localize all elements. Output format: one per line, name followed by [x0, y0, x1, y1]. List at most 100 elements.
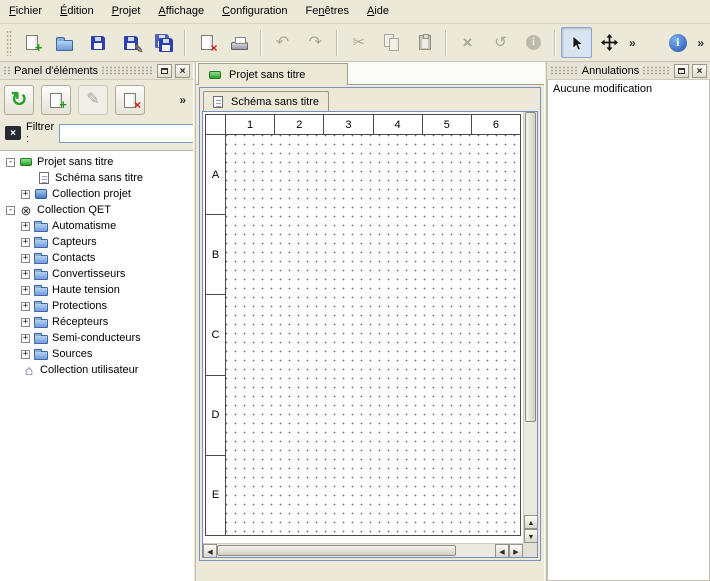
tree-item-sources[interactable]: + Sources	[0, 346, 193, 362]
reload-collections-button[interactable]: ↻	[4, 85, 34, 115]
menu-item-aide[interactable]: Aide	[358, 0, 398, 23]
folder-icon	[33, 251, 49, 265]
scheme-tab[interactable]: Schéma sans titre	[203, 91, 329, 111]
new-project-button[interactable]: +	[16, 27, 47, 58]
elements-panel-titlebar: Panel d'éléments ×	[0, 62, 193, 80]
tree-expander-plus-icon[interactable]: +	[21, 286, 30, 295]
redo-button[interactable]: ↷	[300, 27, 331, 58]
tree-item-haute-tension[interactable]: + Haute tension	[0, 282, 193, 298]
select-tool-button[interactable]	[561, 27, 592, 58]
tree-expander-plus-icon[interactable]: +	[21, 190, 30, 199]
tree-expander-plus-icon[interactable]: +	[21, 254, 30, 263]
tree-expander-plus-icon[interactable]: +	[21, 222, 30, 231]
arrow-left-icon: ◀	[499, 545, 504, 557]
save-button[interactable]	[82, 27, 113, 58]
filter-label: Filtrer :	[26, 121, 54, 145]
tree-item-projet-sans-titre[interactable]: -Projet sans titre	[0, 154, 193, 170]
object-info-button[interactable]: i	[518, 27, 549, 58]
tree-item-label: Capteurs	[52, 236, 97, 248]
toolbar-overflow-button[interactable]: »	[694, 36, 707, 50]
horizontal-scrollbar-track[interactable]	[217, 544, 495, 557]
element-toolbar-overflow-button[interactable]: »	[176, 93, 189, 107]
tree-item-schema-sans-titre[interactable]: Schéma sans titre	[0, 170, 193, 186]
undo-empty-message: Aucune modification	[548, 80, 709, 98]
copy-button[interactable]	[376, 27, 407, 58]
save-all-button[interactable]	[148, 27, 179, 58]
scroll-left-button[interactable]: ◀	[203, 544, 217, 558]
open-project-button[interactable]	[49, 27, 80, 58]
project-tab[interactable]: Projet sans titre	[198, 63, 348, 85]
float-icon	[678, 68, 685, 74]
folder-icon	[33, 299, 49, 313]
vertical-scrollbar[interactable]: ▲ ▼	[523, 112, 537, 543]
tree-item-capteurs[interactable]: + Capteurs	[0, 234, 193, 250]
tree-expander-plus-icon[interactable]: +	[21, 334, 30, 343]
clear-filter-button[interactable]: ×	[5, 126, 21, 140]
tree-item-label: Sources	[52, 348, 92, 360]
tree-item-recepteurs[interactable]: +Récepteurs	[0, 314, 193, 330]
tree-item-contacts[interactable]: +Contacts	[0, 250, 193, 266]
tree-item-collection-projet[interactable]: +Collection projet	[0, 186, 193, 202]
save-as-button[interactable]: ✎	[115, 27, 146, 58]
tree-expander-minus-icon[interactable]: -	[6, 158, 15, 167]
menu-item-affichage[interactable]: Affichage	[149, 0, 213, 23]
toolbar-drag-handle[interactable]	[6, 30, 12, 56]
pan-tool-button[interactable]	[594, 27, 625, 58]
new-element-button[interactable]: +	[41, 85, 71, 115]
undo-dock-float-button[interactable]	[674, 64, 689, 78]
elements-dock-float-button[interactable]	[157, 64, 172, 78]
delete-button[interactable]: ×	[452, 27, 483, 58]
about-button[interactable]: i	[662, 27, 693, 58]
cut-button[interactable]: ✂	[343, 27, 374, 58]
tree-expander-plus-icon[interactable]: +	[21, 270, 30, 279]
vertical-scrollbar-track[interactable]	[524, 112, 537, 515]
menu-item-edition[interactable]: Édition	[51, 0, 103, 23]
delete-element-button[interactable]: ×	[115, 85, 145, 115]
filter-input[interactable]	[59, 124, 209, 143]
undo-button[interactable]: ↶	[267, 27, 298, 58]
menu-item-fichier[interactable]: Fichier	[0, 0, 51, 23]
scroll-left-button-alt[interactable]: ◀	[495, 544, 509, 558]
toolbar-separator	[336, 30, 338, 56]
open-folder-icon	[53, 31, 77, 55]
schema-canvas[interactable]: 123456 ABCDE	[203, 112, 523, 543]
scroll-down-button[interactable]: ▼	[524, 529, 538, 543]
menu-item-projet[interactable]: Projet	[103, 0, 150, 23]
arrow-up-icon: ▲	[528, 516, 535, 528]
scroll-up-button[interactable]: ▲	[524, 515, 538, 529]
tree-item-convertisseurs[interactable]: +Convertisseurs	[0, 266, 193, 282]
edit-element-button[interactable]: ✎	[78, 85, 108, 115]
tree-expander-plus-icon[interactable]: +	[21, 318, 30, 327]
menu-item-configuration[interactable]: Configuration	[213, 0, 296, 23]
menu-item-fenetres[interactable]: Fenêtres	[297, 0, 358, 23]
tree-expander-plus-icon[interactable]: +	[21, 302, 30, 311]
vertical-scrollbar-thumb[interactable]	[525, 112, 536, 422]
tree-expander-plus-icon[interactable]: +	[21, 238, 30, 247]
close-project-button[interactable]: ×	[191, 27, 222, 58]
tree-item-protections[interactable]: +Protections	[0, 298, 193, 314]
tree-item-collection-utilisateur[interactable]: ⌂Collection utilisateur	[0, 362, 193, 378]
paste-button[interactable]	[409, 27, 440, 58]
undo-dock-close-button[interactable]: ×	[692, 64, 707, 78]
tree-expander-plus-icon[interactable]: +	[21, 350, 30, 359]
tools-overflow-button[interactable]: »	[626, 36, 639, 50]
tree-item-automatisme[interactable]: +Automatisme	[0, 218, 193, 234]
arrow-down-icon: ▼	[528, 530, 535, 542]
mdi-area: Projet sans titre Schéma sans titre 1234…	[196, 62, 544, 581]
copy-icon	[380, 31, 404, 55]
elements-dock-close-button[interactable]: ×	[175, 64, 190, 78]
edit-element-icon: ✎	[81, 88, 105, 112]
tree-item-label: Haute tension	[52, 284, 120, 296]
ruler-column-label: 2	[275, 115, 324, 134]
move-icon	[598, 31, 622, 55]
horizontal-scrollbar[interactable]: ◀ ◀ ▶	[203, 543, 523, 557]
tree-item-semi-conducteurs[interactable]: +Semi-conducteurs	[0, 330, 193, 346]
scroll-right-button[interactable]: ▶	[509, 544, 523, 558]
rotate-button[interactable]: ↺	[485, 27, 516, 58]
tree-expander-minus-icon[interactable]: -	[6, 206, 15, 215]
folder-icon	[33, 347, 49, 361]
print-button[interactable]	[224, 27, 255, 58]
schema-grid[interactable]	[226, 135, 520, 535]
horizontal-scrollbar-thumb[interactable]	[217, 545, 456, 556]
tree-item-collection-qet[interactable]: -⊗Collection QET	[0, 202, 193, 218]
